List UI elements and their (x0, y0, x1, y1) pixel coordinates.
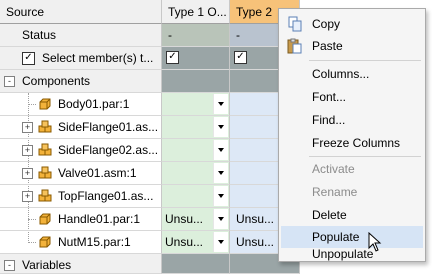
handle01-type1-value: Unsu... (165, 212, 204, 226)
tree-branch (28, 219, 36, 220)
chevron-down-icon[interactable] (213, 186, 228, 206)
chevron-down-icon[interactable] (213, 232, 228, 252)
expand-icon[interactable]: + (22, 122, 33, 133)
menu-item-activate: Activate (281, 158, 423, 180)
menu-item-columns-label: Columns... (312, 67, 370, 81)
menu-item-find-label: Find... (312, 113, 346, 127)
menu-separator (309, 156, 421, 157)
context-menu: Copy Paste Columns... Font... Find... Fr… (278, 8, 426, 262)
sideflange01-label: SideFlange01.as... (58, 120, 159, 134)
status-type2-value: - (236, 28, 240, 42)
nutm15-label: NutM15.par:1 (58, 235, 131, 249)
chevron-down-icon[interactable] (213, 209, 228, 229)
column-header-source-label: Source (6, 5, 45, 19)
collapse-icon[interactable]: - (4, 260, 15, 271)
menu-item-find[interactable]: Find... (281, 109, 423, 131)
components-label: Components (22, 74, 91, 88)
assembly-icon (38, 120, 52, 133)
assembly-icon (38, 189, 52, 202)
valve01-type1-cell[interactable] (162, 162, 230, 185)
topflange01-type1-cell[interactable] (162, 185, 230, 208)
menu-item-font-label: Font... (312, 90, 347, 104)
expand-icon[interactable]: + (22, 168, 33, 179)
chevron-down-icon[interactable] (213, 94, 228, 114)
menu-item-rename: Rename (281, 181, 423, 203)
select-members-row[interactable]: ✓ Select member(s) t... (0, 47, 162, 70)
components-type1-cell (162, 70, 230, 93)
variables-type1-cell (162, 254, 230, 274)
handle01-type2-value: Unsu... (236, 212, 275, 226)
handle01-type1-cell[interactable]: Unsu... (162, 208, 230, 231)
chevron-down-icon[interactable] (213, 117, 228, 137)
sideflange01-type1-cell[interactable] (162, 116, 230, 139)
select-members-label: Select member(s) t... (42, 51, 154, 65)
components-group-row[interactable]: - Components (0, 70, 162, 93)
menu-item-populate[interactable]: Populate (281, 226, 423, 248)
type1-select-checkbox[interactable]: ✓ (166, 51, 179, 64)
menu-item-copy-label: Copy (312, 17, 341, 31)
menu-item-freeze-columns[interactable]: Freeze Columns (281, 132, 423, 154)
handle01-label: Handle01.par:1 (58, 212, 141, 226)
menu-item-paste-label: Paste (312, 39, 343, 53)
menu-item-columns[interactable]: Columns... (281, 63, 423, 85)
menu-item-unpopulate-label: Unpopulate (312, 247, 374, 261)
nutm15-row[interactable]: NutM15.par:1 (0, 231, 162, 254)
nutm15-type1-value: Unsu... (165, 235, 204, 249)
variables-label: Variables (22, 258, 72, 272)
sideflange02-label: SideFlange02.as... (58, 143, 159, 157)
menu-item-paste[interactable]: Paste (281, 35, 423, 57)
menu-item-unpopulate[interactable]: Unpopulate (281, 247, 423, 262)
paste-icon (287, 38, 302, 54)
menu-item-delete-label: Delete (312, 208, 347, 222)
chevron-down-icon[interactable] (213, 163, 228, 183)
menu-item-populate-label: Populate (312, 230, 360, 244)
body01-type1-cell[interactable] (162, 93, 230, 116)
chevron-down-icon[interactable] (213, 140, 228, 160)
copy-icon (288, 16, 302, 32)
menu-item-freeze-columns-label: Freeze Columns (312, 136, 401, 150)
column-header-type2-label: Type 2 (236, 5, 273, 19)
tree-branch (28, 242, 36, 243)
column-header-type1[interactable]: Type 1 O... (162, 0, 230, 24)
column-header-type1-label: Type 1 O... (168, 5, 227, 19)
menu-item-activate-label: Activate (312, 162, 355, 176)
sideflange01-row[interactable]: + SideFlange01.as... (0, 116, 162, 139)
part-icon (39, 236, 51, 248)
menu-item-rename-label: Rename (312, 185, 358, 199)
type2-select-checkbox[interactable]: ✓ (234, 51, 247, 64)
collapse-icon[interactable]: - (4, 76, 15, 87)
valve01-label: Valve01.asm:1 (58, 166, 137, 180)
nutm15-type1-cell[interactable]: Unsu... (162, 231, 230, 254)
valve01-row[interactable]: + Valve01.asm:1 (0, 162, 162, 185)
status-type1-value: - (168, 28, 172, 42)
sideflange02-type1-cell[interactable] (162, 139, 230, 162)
select-members-checkbox[interactable]: ✓ (22, 52, 35, 65)
body01-row[interactable]: Body01.par:1 (0, 93, 162, 116)
mouse-cursor-icon (368, 232, 382, 252)
assembly-icon (38, 166, 52, 179)
nutm15-type2-value: Unsu... (236, 235, 275, 249)
tree-branch (28, 104, 36, 105)
topflange01-label: TopFlange01.as... (58, 189, 154, 203)
column-header-source[interactable]: Source (0, 0, 162, 24)
part-icon (39, 98, 51, 110)
expand-icon[interactable]: + (22, 191, 33, 202)
expand-icon[interactable]: + (22, 145, 33, 156)
status-row-label-cell: Status (0, 24, 162, 47)
variables-group-row[interactable]: - Variables (0, 254, 162, 274)
menu-separator (309, 60, 421, 61)
part-icon (39, 213, 51, 225)
topflange01-row[interactable]: + TopFlange01.as... (0, 185, 162, 208)
menu-item-delete[interactable]: Delete (281, 204, 423, 226)
assembly-icon (38, 143, 52, 156)
sideflange02-row[interactable]: + SideFlange02.as... (0, 139, 162, 162)
menu-item-copy[interactable]: Copy (281, 13, 423, 35)
body01-label: Body01.par:1 (58, 97, 130, 111)
select-members-type1-cell[interactable]: ✓ (162, 47, 230, 70)
status-row-label: Status (22, 28, 57, 42)
status-type1-cell[interactable]: - (162, 24, 230, 47)
handle01-row[interactable]: Handle01.par:1 (0, 208, 162, 231)
menu-item-font[interactable]: Font... (281, 86, 423, 108)
